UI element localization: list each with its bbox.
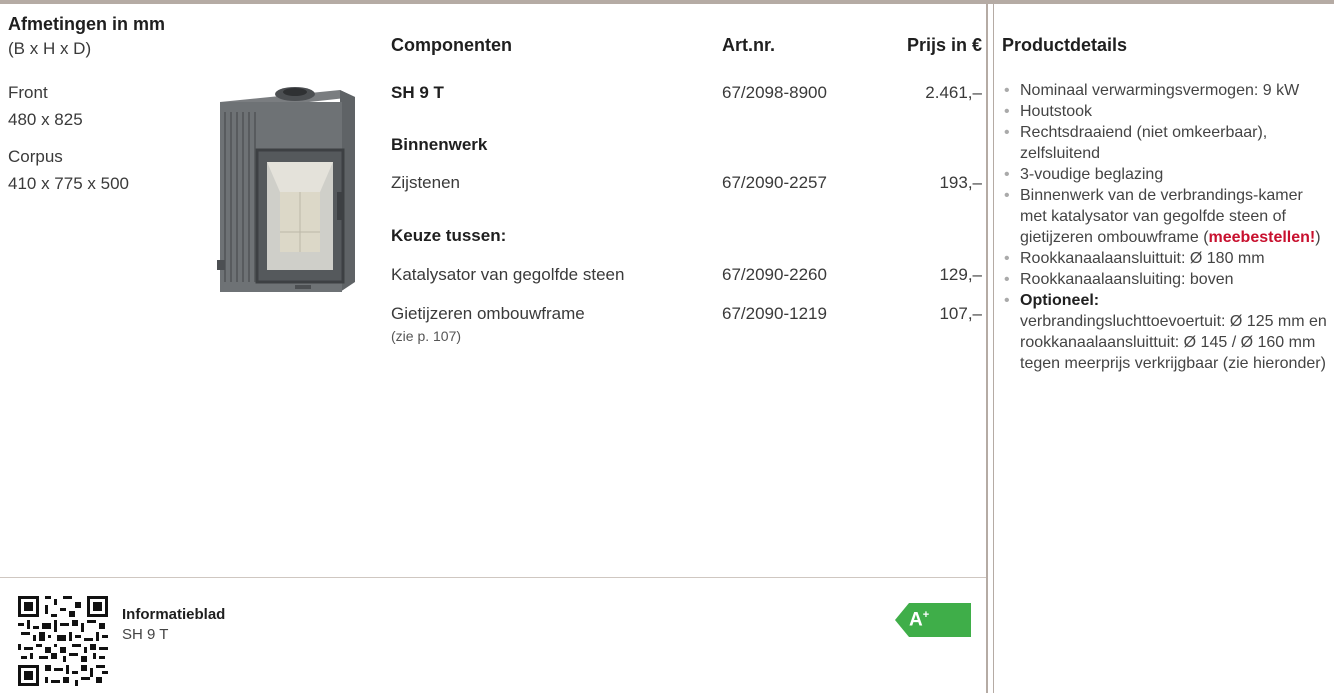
ombouwframe-name: Gietijzeren ombouwframe [391,304,585,323]
energy-label-badge: A+ [895,603,971,637]
top-rule [0,0,1334,4]
order-note: meebestellen! [1208,229,1316,246]
detail-item: • Nominaal verwarmingsvermogen: 9 kW [1004,82,1300,99]
price-header: Prijs in € [906,35,982,55]
footer-separator [0,577,986,578]
katalysator-price: 129,– [939,265,982,284]
column-divider-right [993,4,994,693]
front-label: Front [8,83,48,102]
keuze-heading: Keuze tussen: [391,226,507,245]
front-value: 480 x 825 [8,110,83,129]
main-product-name: SH 9 T [391,83,444,102]
detail-item: • Rookkanaalaansluiting: boven [1004,271,1234,288]
main-product-artnr: 67/2098-8900 [722,83,827,102]
artnr-header: Art.nr. [722,35,776,55]
katalysator-artnr: 67/2090-2260 [722,265,827,284]
ombouwframe-artnr: 67/2090-1219 [722,304,827,323]
column-divider-left [986,4,988,693]
zijstenen-price: 193,– [939,173,982,192]
qr-code-icon[interactable] [18,596,108,686]
main-product-price: 2.461,– [925,83,982,102]
dimensions-subtitle: (B x H x D) [8,39,92,58]
corpus-label: Corpus [8,147,63,166]
info-sheet-subtitle: SH 9 T [122,626,169,643]
zijstenen-artnr: 67/2090-2257 [722,173,827,192]
components-header: Componenten [391,35,512,55]
details-header: Productdetails [1002,35,1128,55]
ombouwframe-price: 107,– [939,304,982,323]
zijstenen-name: Zijstenen [391,173,460,192]
product-details: • Nominaal verwarmingsvermogen: 9 kW • Hou… [1002,80,1328,374]
detail-item: • Rookkanaalaansluittuit: Ø 180 mm [1004,250,1265,267]
fireplace-insert-image [205,82,365,312]
detail-item: • Houtstook [1004,103,1093,120]
detail-item: • Rechtsdraaiend (niet omkeerbaar), zelfs… [1004,124,1268,162]
corpus-value: 410 x 775 x 500 [8,174,129,193]
info-sheet-title[interactable]: Informatieblad [122,606,225,623]
binnenwerk-heading: Binnenwerk [391,135,488,154]
katalysator-name: Katalysator van gegolfde steen [391,265,625,284]
ombouwframe-note: (zie p. 107) [391,328,462,344]
energy-label-shape [895,603,971,637]
energy-label-text: A+ [909,609,930,631]
dimensions-title: Afmetingen in mm [8,14,166,34]
detail-item: • Binnenwerk van de verbrandings-kamer me… [1004,187,1321,246]
detail-item: • 3-voudige beglazing [1004,166,1164,183]
detail-item: • Optioneel: verbrandingsluchttoevoertuit:… [1004,292,1327,372]
